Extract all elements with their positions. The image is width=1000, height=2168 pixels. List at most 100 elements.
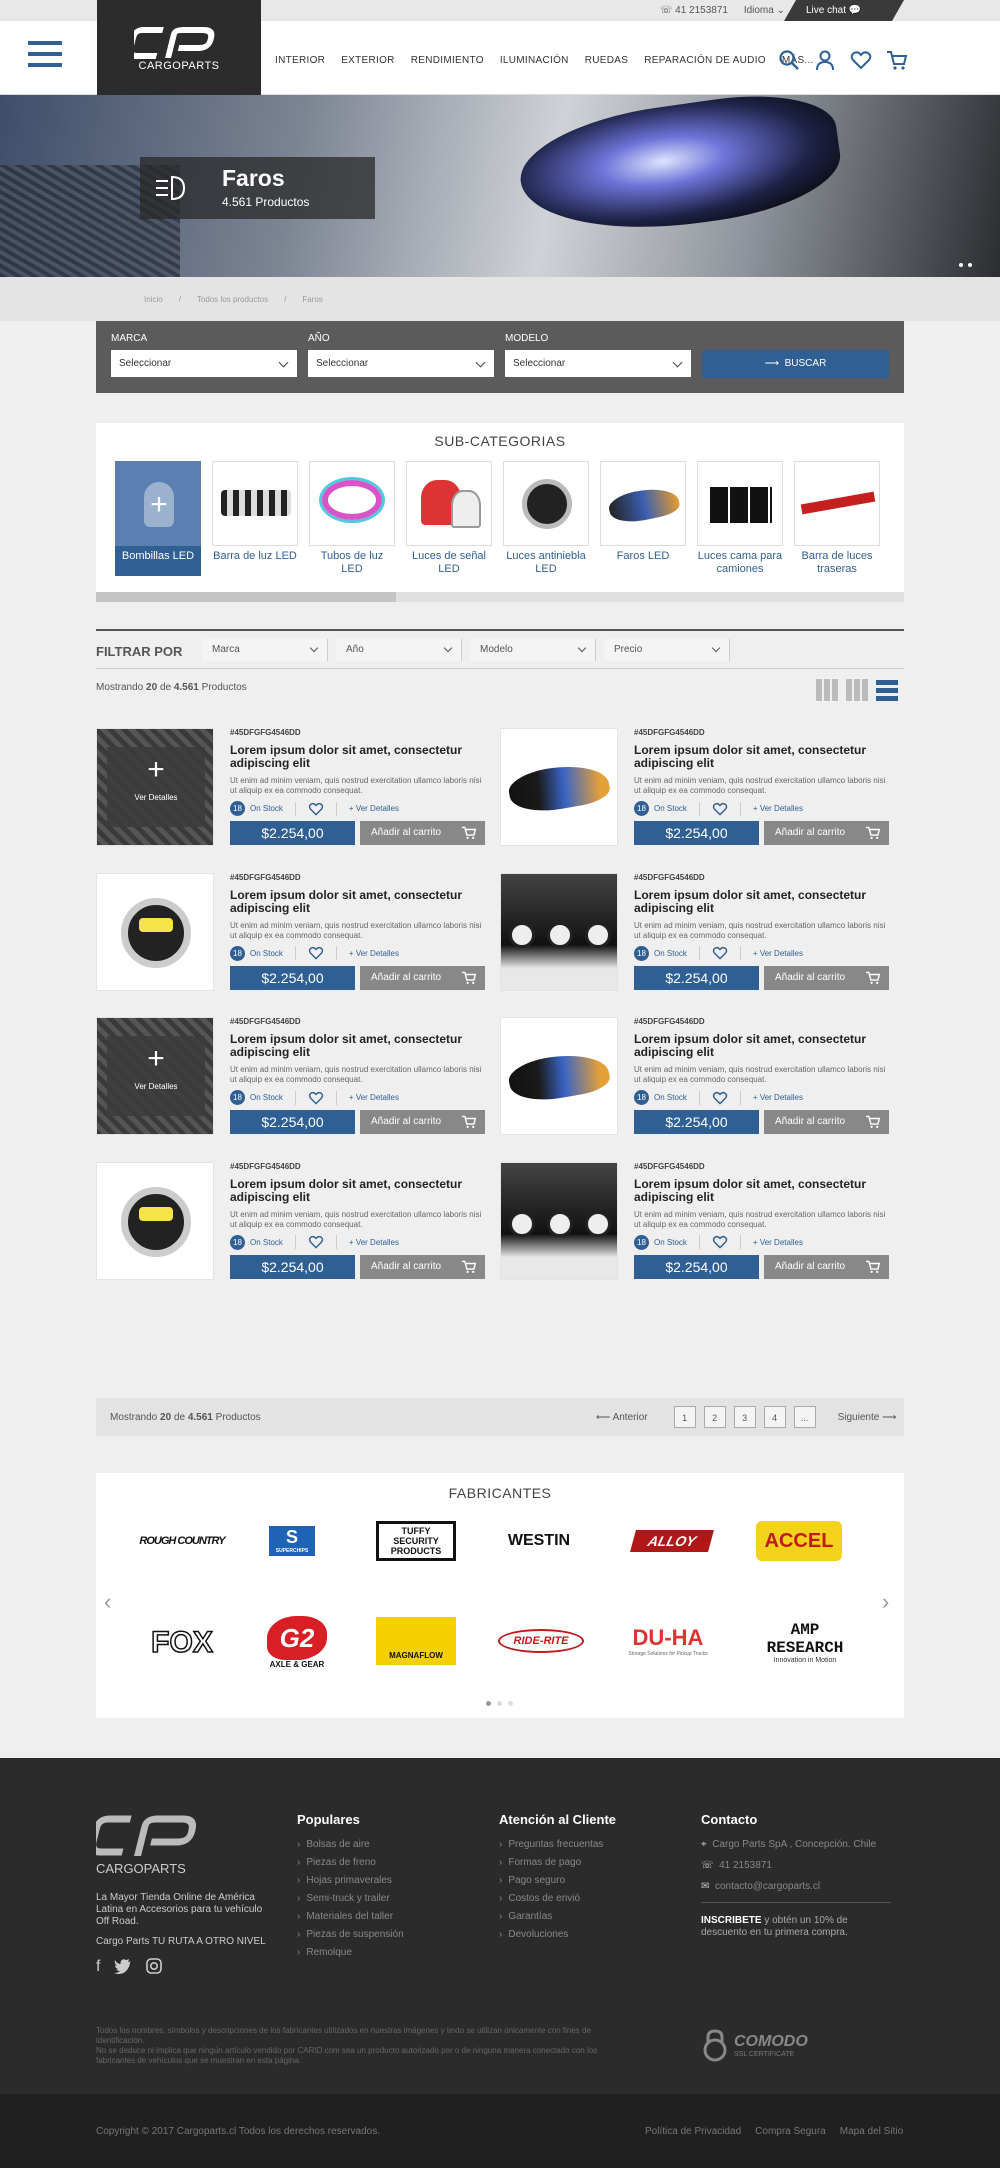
product-image[interactable] <box>500 872 618 991</box>
brand-alloy[interactable]: ALLOY <box>617 1513 727 1568</box>
ano-select[interactable]: Seleccionar <box>308 350 494 377</box>
subscribe-text[interactable]: INSCRIBETE y obtén un 10% de descuento e… <box>701 1915 891 1939</box>
contact-email[interactable]: contacto@cargoparts.cl <box>715 1881 820 1892</box>
add-to-cart-button[interactable]: Añadir al carrito <box>360 821 485 845</box>
subcategory-barra-luz[interactable]: Barra de luz LED <box>212 461 298 580</box>
footer-link[interactable]: Piezas de freno <box>297 1857 404 1868</box>
hero-carousel-dots[interactable] <box>959 263 972 267</box>
list-view-icon[interactable] <box>876 679 898 701</box>
twitter-icon[interactable] <box>114 1958 132 1974</box>
ver-detalles-link[interactable]: + Ver Detalles <box>349 949 399 958</box>
product-title[interactable]: Lorem ipsum dolor sit amet, consectetur … <box>230 744 490 770</box>
footer-link[interactable]: Hojas primaverales <box>297 1875 404 1886</box>
brand-g2[interactable]: G2 AXLE & GEAR <box>242 1609 352 1675</box>
grid-small-view-icon[interactable] <box>816 679 838 701</box>
cart-icon[interactable] <box>886 49 908 71</box>
language-selector[interactable]: Idioma ⌄ <box>744 5 785 16</box>
subcategory-scrollbar[interactable] <box>96 592 904 602</box>
product-image[interactable] <box>96 872 214 991</box>
wishlist-heart-icon[interactable] <box>308 802 324 816</box>
brand-rough-country[interactable]: ROUGH COUNTRY <box>127 1513 237 1568</box>
filter-modelo[interactable]: Modelo <box>470 639 596 661</box>
footer-logo[interactable]: CARGOPARTS <box>88 1814 206 1876</box>
subcategory-faros[interactable]: Faros LED <box>600 461 686 580</box>
ver-detalles-link[interactable]: + Ver Detalles <box>349 804 399 813</box>
topbar-phone[interactable]: ☏ 41 2153871 <box>660 5 728 16</box>
add-to-cart-button[interactable]: Añadir al carrito <box>360 965 485 990</box>
privacy-link[interactable]: Política de Privacidad <box>645 2126 741 2137</box>
marca-select[interactable]: Seleccionar <box>111 350 297 377</box>
breadcrumb-todos[interactable]: Todos los productos <box>197 295 268 304</box>
add-to-cart-button[interactable]: Añadir al carrito <box>764 1110 889 1134</box>
add-to-cart-button[interactable]: Añadir al carrito <box>764 1254 889 1279</box>
subcategory-cama-camiones[interactable]: Luces cama para camiones <box>697 461 783 580</box>
brand-accel[interactable]: ACCEL <box>744 1513 854 1568</box>
facebook-icon[interactable]: f <box>96 1958 100 1976</box>
manufacturers-dots[interactable] <box>486 1701 513 1706</box>
user-icon[interactable] <box>814 49 836 71</box>
ver-detalles-link[interactable]: + Ver Detalles <box>753 804 803 813</box>
footer-link[interactable]: Devoluciones <box>499 1929 616 1940</box>
subcategory-bombillas[interactable]: + Bombillas LED <box>115 461 201 580</box>
filter-marca[interactable]: Marca <box>202 639 328 661</box>
subcategory-barra-traseras[interactable]: Barra de luces traseras <box>794 461 880 580</box>
next-button[interactable]: Siguiente ⟶ <box>838 1412 897 1423</box>
ver-detalles-link[interactable]: + Ver Detalles <box>753 1238 803 1247</box>
brand-amp-research[interactable]: AMP RESEARCH Innovation in Motion <box>750 1609 860 1675</box>
add-to-cart-button[interactable]: Añadir al carrito <box>360 1110 485 1134</box>
product-title[interactable]: Lorem ipsum dolor sit amet, consectetur … <box>634 1033 894 1059</box>
ver-detalles-link[interactable]: + Ver Detalles <box>349 1238 399 1247</box>
contact-phone[interactable]: 41 2153871 <box>719 1860 772 1871</box>
product-title[interactable]: Lorem ipsum dolor sit amet, consectetur … <box>230 1033 490 1059</box>
wishlist-heart-icon[interactable] <box>308 1235 324 1249</box>
search-icon[interactable] <box>778 49 800 71</box>
sitemap-link[interactable]: Mapa del Sitio <box>840 2126 903 2137</box>
breadcrumb-inicio[interactable]: Inicio <box>144 295 163 304</box>
footer-link[interactable]: Semi-truck y trailer <box>297 1893 404 1904</box>
footer-link[interactable]: Remolque <box>297 1947 404 1958</box>
brand-du-ha[interactable]: DU-HA Storage Solutions for Pickup Trucks <box>613 1613 723 1668</box>
add-to-cart-button[interactable]: Añadir al carrito <box>764 821 889 845</box>
nav-iluminacion[interactable]: ILUMINACIÓN <box>500 55 569 66</box>
footer-link[interactable]: Bolsas de aire <box>297 1839 404 1850</box>
product-image[interactable] <box>500 728 618 846</box>
product-image[interactable] <box>500 1161 618 1280</box>
nav-audio[interactable]: REPARACIÓN DE AUDIO <box>644 55 766 66</box>
wishlist-heart-icon[interactable] <box>712 1091 728 1105</box>
footer-link[interactable]: Pago seguro <box>499 1875 616 1886</box>
buscar-button[interactable]: ⟶ BUSCAR <box>702 350 889 378</box>
subcategory-tubos[interactable]: Tubos de luz LED <box>309 461 395 580</box>
footer-link[interactable]: Piezas de suspensión <box>297 1929 403 1940</box>
brand-ride-rite[interactable]: RIDE-RITE <box>486 1613 596 1668</box>
subcategory-senal[interactable]: Luces de señal LED <box>406 461 492 580</box>
brand-tuffy[interactable]: TUFFY SECURITY PRODUCTS <box>361 1509 471 1573</box>
hamburger-menu-icon[interactable] <box>28 41 62 71</box>
add-to-cart-button[interactable]: Añadir al carrito <box>360 1254 485 1279</box>
wishlist-heart-icon[interactable] <box>308 1091 324 1105</box>
product-image[interactable] <box>500 1017 618 1135</box>
footer-link[interactable]: Preguntas frecuentas <box>499 1839 616 1850</box>
live-chat-button[interactable]: Live chat 💬 <box>784 0 904 21</box>
product-title[interactable]: Lorem ipsum dolor sit amet, consectetur … <box>230 888 490 915</box>
brand-westin[interactable]: WESTIN <box>484 1513 594 1568</box>
carousel-next-icon[interactable]: › <box>882 1589 889 1615</box>
instagram-icon[interactable] <box>146 1958 163 1974</box>
nav-rendimiento[interactable]: RENDIMIENTO <box>411 55 484 66</box>
product-title[interactable]: Lorem ipsum dolor sit amet, consectetur … <box>634 1177 894 1204</box>
carousel-prev-icon[interactable]: ‹ <box>104 1589 111 1615</box>
product-image[interactable]: + Ver Detalles <box>96 1017 214 1135</box>
product-title[interactable]: Lorem ipsum dolor sit amet, consectetur … <box>634 888 894 915</box>
heart-icon[interactable] <box>850 49 872 71</box>
brand-magnaflow[interactable]: MAGNAFLOW <box>361 1613 471 1668</box>
page-1[interactable]: 1 <box>673 1406 696 1428</box>
page-4[interactable]: 4 <box>763 1406 786 1428</box>
wishlist-heart-icon[interactable] <box>712 802 728 816</box>
filter-ano[interactable]: Año <box>336 639 462 661</box>
nav-ruedas[interactable]: RUEDAS <box>585 55 628 66</box>
modelo-select[interactable]: Seleccionar <box>505 350 691 377</box>
grid-large-view-icon[interactable] <box>846 679 868 701</box>
wishlist-heart-icon[interactable] <box>712 1235 728 1249</box>
page-3[interactable]: 3 <box>733 1406 756 1428</box>
nav-interior[interactable]: INTERIOR <box>275 55 325 66</box>
product-title[interactable]: Lorem ipsum dolor sit amet, consectetur … <box>634 744 894 770</box>
